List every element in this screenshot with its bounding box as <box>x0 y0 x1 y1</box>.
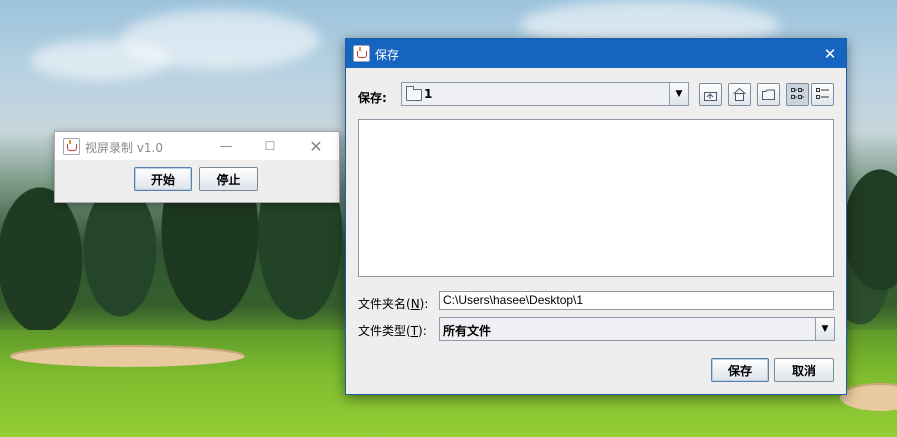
close-icon[interactable]: ✕ <box>814 39 846 68</box>
chevron-down-icon[interactable]: ▼ <box>815 318 834 340</box>
new-folder-icon <box>762 89 775 100</box>
filename-field[interactable]: C:\Users\hasee\Desktop\1 <box>439 291 834 310</box>
lookin-label: 保存: <box>358 91 387 105</box>
home-button[interactable] <box>728 83 751 106</box>
cancel-button[interactable]: 取消 <box>774 358 834 382</box>
save-dialog: 保存 ✕ 保存: 1 ▼ 文件夹名(N): C:\Users\hasee\Des… <box>345 38 847 395</box>
recorder-title: 视屏录制 v1.0 <box>85 141 164 155</box>
lookin-value: 1 <box>424 87 433 101</box>
details-view-icon <box>816 88 829 99</box>
java-icon <box>353 45 370 62</box>
chevron-down-icon[interactable]: ▼ <box>669 83 688 105</box>
java-icon <box>63 138 80 155</box>
save-button[interactable]: 保存 <box>711 358 769 382</box>
up-one-level-icon <box>704 92 717 101</box>
home-icon <box>733 87 746 101</box>
new-folder-button[interactable] <box>757 83 780 106</box>
close-icon[interactable]: ✕ <box>293 132 339 160</box>
lookin-combo[interactable]: 1 ▼ <box>401 82 689 106</box>
up-one-level-button[interactable] <box>699 83 722 106</box>
recorder-window: 视屏录制 v1.0 — ☐ ✕ 开始 停止 <box>54 131 340 203</box>
filetype-value: 所有文件 <box>443 324 492 338</box>
filetype-label: 文件类型(T): <box>358 324 427 338</box>
recorder-titlebar[interactable]: 视屏录制 v1.0 — ☐ ✕ <box>55 132 339 160</box>
file-list[interactable] <box>358 119 834 277</box>
folder-icon <box>406 86 422 101</box>
list-view-icon <box>791 88 804 99</box>
minimize-icon[interactable]: — <box>203 132 249 160</box>
save-dialog-title: 保存 <box>375 48 400 62</box>
list-view-button[interactable] <box>786 83 809 106</box>
stop-button[interactable]: 停止 <box>199 167 258 191</box>
sand-bunker <box>10 345 245 367</box>
filetype-combo[interactable]: 所有文件 ▼ <box>439 317 835 341</box>
filename-label: 文件夹名(N): <box>358 297 429 311</box>
details-view-button[interactable] <box>811 83 834 106</box>
save-dialog-titlebar[interactable]: 保存 ✕ <box>346 39 846 68</box>
maximize-icon[interactable]: ☐ <box>247 132 293 160</box>
start-button[interactable]: 开始 <box>134 167 192 191</box>
